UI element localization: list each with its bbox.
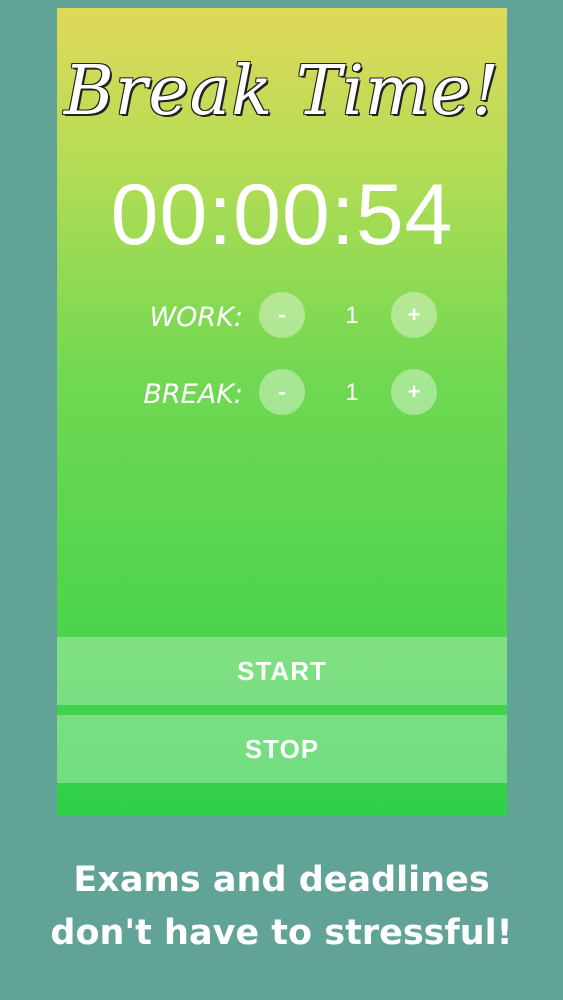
work-label: WORK: [149, 302, 243, 333]
tagline-line-1: Exams and deadlines [73, 860, 490, 900]
stop-button[interactable]: STOP [57, 715, 507, 783]
work-decrement-button[interactable]: - [259, 292, 305, 338]
tagline-line-2: don't have to stressful! [50, 913, 513, 953]
break-setting-row: BREAK: - 1 + [57, 369, 507, 415]
break-label: BREAK: [143, 379, 243, 410]
app-screen: Break Time! 00:00:54 WORK: - 1 + BREAK: … [57, 8, 507, 816]
countdown-timer: 00:00:54 [110, 167, 454, 263]
tagline: Exams and deadlines don't have to stress… [0, 854, 563, 960]
break-value: 1 [345, 379, 359, 406]
work-value: 1 [345, 302, 359, 329]
start-button[interactable]: START [57, 637, 507, 705]
app-title: Break Time! [63, 52, 501, 131]
work-increment-button[interactable]: + [391, 292, 437, 338]
work-setting-row: WORK: - 1 + [57, 292, 507, 338]
break-increment-button[interactable]: + [391, 369, 437, 415]
break-decrement-button[interactable]: - [259, 369, 305, 415]
